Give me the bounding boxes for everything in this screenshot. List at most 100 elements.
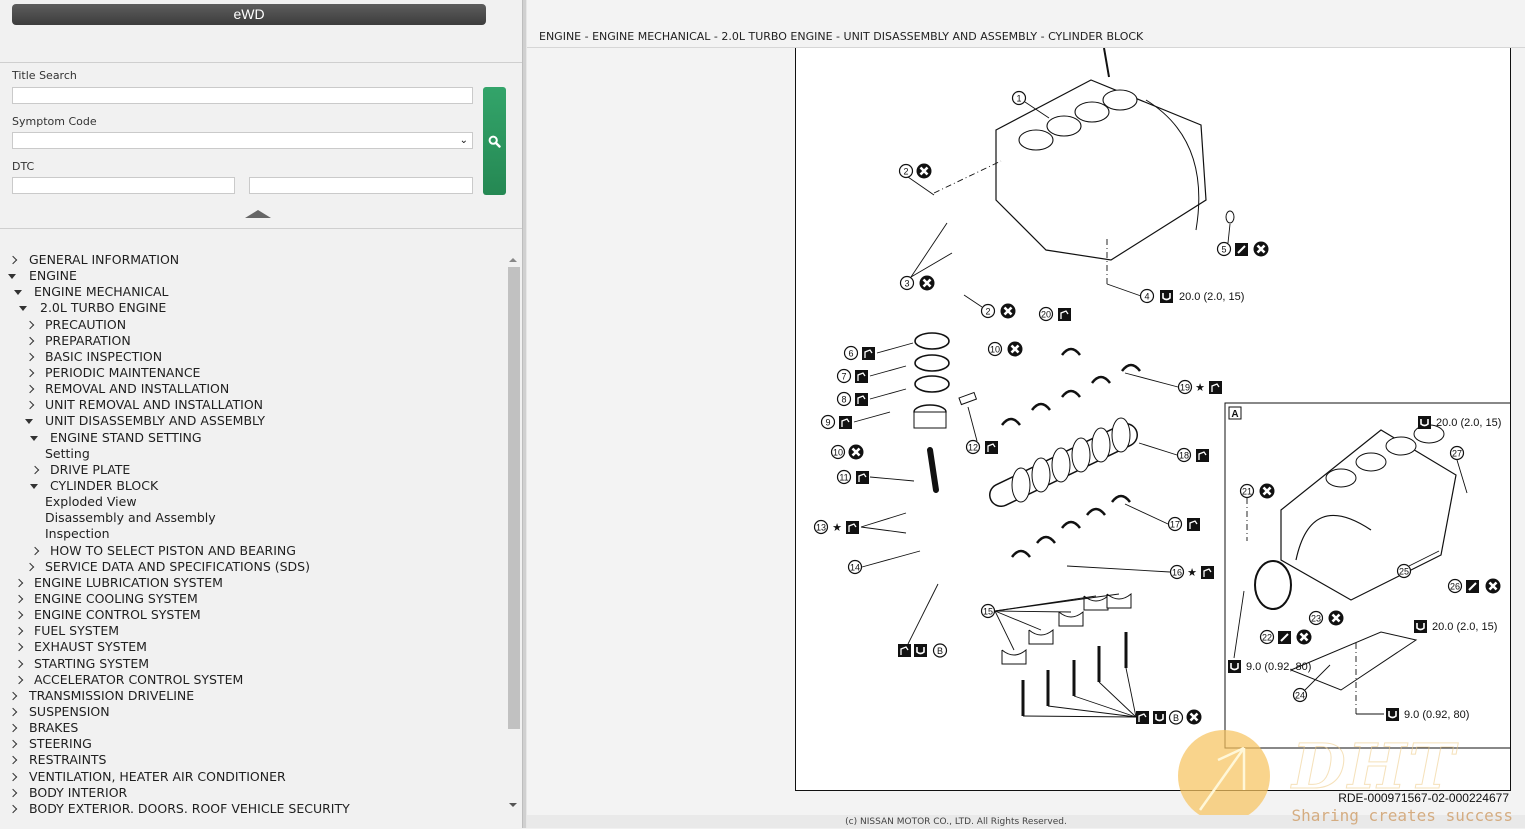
oil-icon — [855, 370, 868, 383]
callout-number: 12 — [968, 443, 978, 453]
figure-label: 20.0 (2.0, 15) — [1179, 291, 1244, 303]
tree-node-label: VENTILATION, HEATER AIR CONDITIONER — [29, 768, 286, 784]
callout-number: 4 — [1144, 292, 1149, 302]
bearing-shell-drawing — [1061, 347, 1081, 356]
bearing-cap-drawing — [1001, 648, 1027, 665]
tree-node[interactable]: TRANSMISSION DRIVELINE — [0, 688, 505, 704]
tree-node-label: ENGINE CONTROL SYSTEM — [34, 607, 201, 623]
tree-node[interactable]: ENGINE COOLING SYSTEM — [0, 591, 505, 607]
tree-node[interactable]: ENGINE MECHANICAL — [0, 284, 505, 300]
piston-ring-drawing — [914, 375, 950, 393]
tree-node[interactable]: Exploded View — [0, 494, 505, 510]
letter-b-icon: B — [1173, 713, 1179, 723]
tree-node[interactable]: ENGINE CONTROL SYSTEM — [0, 607, 505, 623]
title-search-input[interactable] — [12, 87, 473, 104]
tree-node-label: ACCELERATOR CONTROL SYSTEM — [34, 671, 244, 687]
callout-number: 16 — [1172, 568, 1182, 578]
leader-line — [910, 222, 948, 278]
tree-node[interactable]: CYLINDER BLOCK — [0, 478, 505, 494]
tree-node-label: BRAKES — [29, 720, 79, 736]
bearing-shell-drawing — [1061, 520, 1081, 529]
leader-line — [853, 411, 891, 423]
tree-node[interactable]: PRECAUTION — [0, 317, 505, 333]
tree-node[interactable]: EXHAUST SYSTEM — [0, 639, 505, 655]
tree-node-label: GENERAL INFORMATION — [29, 252, 180, 267]
tree-node[interactable]: STEERING — [0, 736, 505, 752]
tree-node-label: STARTING SYSTEM — [34, 655, 150, 671]
cylinder-bore — [1018, 129, 1054, 151]
leader-line — [1125, 667, 1137, 718]
tree-node[interactable]: ACCELERATOR CONTROL SYSTEM — [0, 672, 505, 688]
tree-node[interactable]: BODY EXTERIOR. DOORS. ROOF VEHICLE SECUR… — [0, 801, 505, 817]
breadcrumb: ENGINE - ENGINE MECHANICAL - 2.0L TURBO … — [539, 30, 1144, 43]
tree-node[interactable]: Setting — [0, 446, 505, 462]
dtc-input-2[interactable] — [249, 177, 473, 194]
tree-node[interactable]: BODY INTERIOR — [0, 785, 505, 801]
callout-number: 2 — [903, 167, 908, 177]
oil-icon — [898, 644, 911, 657]
torque-icon — [1228, 660, 1241, 673]
collapse-up-icon[interactable] — [245, 210, 271, 218]
crankshaft-web — [1031, 457, 1051, 493]
tree-node[interactable]: REMOVAL AND INSTALLATION — [0, 381, 505, 397]
oil-icon — [1136, 711, 1149, 724]
tree-node[interactable]: BASIC INSPECTION — [0, 349, 505, 365]
tree-node[interactable]: ENGINE — [0, 268, 505, 284]
tree-scrollbar[interactable] — [506, 252, 520, 814]
leader-line — [907, 583, 939, 645]
star-icon: ★ — [1195, 382, 1205, 394]
tree-node-label: Setting — [45, 445, 90, 461]
search-button[interactable] — [483, 87, 506, 195]
oil-icon — [1209, 381, 1222, 394]
tree-node[interactable]: 2.0L TURBO ENGINE — [0, 300, 505, 316]
tree-node[interactable]: PERIODIC MAINTENANCE — [0, 365, 505, 381]
tree-node[interactable]: ENGINE LUBRICATION SYSTEM — [0, 575, 505, 591]
tree-node[interactable]: Disassembly and Assembly — [0, 510, 505, 526]
callout-number: 3 — [904, 279, 909, 289]
navigation-panel: eWD Title Search Symptom Code ⌄ DTC GENE… — [0, 0, 522, 828]
tree-node[interactable]: STARTING SYSTEM — [0, 656, 505, 672]
callout-number: 25 — [1399, 567, 1409, 577]
leader-line — [869, 476, 915, 482]
tree-node[interactable]: FUEL SYSTEM — [0, 623, 505, 639]
leader-line — [933, 160, 1002, 194]
scrollbar-thumb[interactable] — [508, 267, 520, 729]
scroll-up-arrow-icon[interactable] — [508, 255, 518, 265]
tree-node[interactable]: PREPARATION — [0, 333, 505, 349]
figure-label: 20.0 (2.0, 15) — [1436, 417, 1501, 429]
tree-node[interactable]: RESTRAINTS — [0, 752, 505, 768]
torque-icon — [914, 644, 927, 657]
leader-line — [860, 512, 907, 528]
tree-node[interactable]: UNIT DISASSEMBLY AND ASSEMBLY — [0, 413, 505, 429]
callout-number: 20 — [1041, 310, 1051, 320]
tree-node[interactable]: Inspection — [0, 526, 505, 542]
callout-number: 18 — [1179, 451, 1189, 461]
callout-number: 24 — [1295, 691, 1305, 701]
leader-line — [1106, 283, 1142, 297]
tree-node[interactable]: HOW TO SELECT PISTON AND BEARING — [0, 543, 505, 559]
cylinder-bore — [1385, 436, 1417, 456]
tree-node-label: SUSPENSION — [29, 703, 110, 719]
callout-number: 1 — [1016, 94, 1021, 104]
torque-icon — [1414, 620, 1427, 633]
tree-node[interactable]: UNIT REMOVAL AND INSTALLATION — [0, 397, 505, 413]
tree-node[interactable]: ENGINE STAND SETTING — [0, 430, 505, 446]
tree-node-label: FUEL SYSTEM — [34, 623, 119, 639]
tree-node[interactable]: VENTILATION, HEATER AIR CONDITIONER — [0, 769, 505, 785]
bearing-shell-drawing — [1111, 494, 1131, 503]
callout-number: 23 — [1311, 614, 1321, 624]
tree-node[interactable]: BRAKES — [0, 720, 505, 736]
bearing-cap-drawing — [1028, 628, 1054, 645]
tree-node[interactable]: GENERAL INFORMATION — [0, 252, 505, 268]
bearing-shell-drawing — [1001, 417, 1021, 426]
dtc-input-1[interactable] — [12, 177, 235, 194]
callout-number: 10 — [833, 448, 843, 458]
symptom-code-select[interactable]: ⌄ — [12, 132, 473, 149]
leader-line — [869, 365, 907, 377]
tree-node[interactable]: DRIVE PLATE — [0, 462, 505, 478]
tree-node[interactable]: SUSPENSION — [0, 704, 505, 720]
leader-line — [860, 526, 907, 534]
tree-node-label: CYLINDER BLOCK — [50, 477, 159, 493]
tree-node[interactable]: SERVICE DATA AND SPECIFICATIONS (SDS) — [0, 559, 505, 575]
scroll-down-arrow-icon[interactable] — [508, 800, 518, 810]
